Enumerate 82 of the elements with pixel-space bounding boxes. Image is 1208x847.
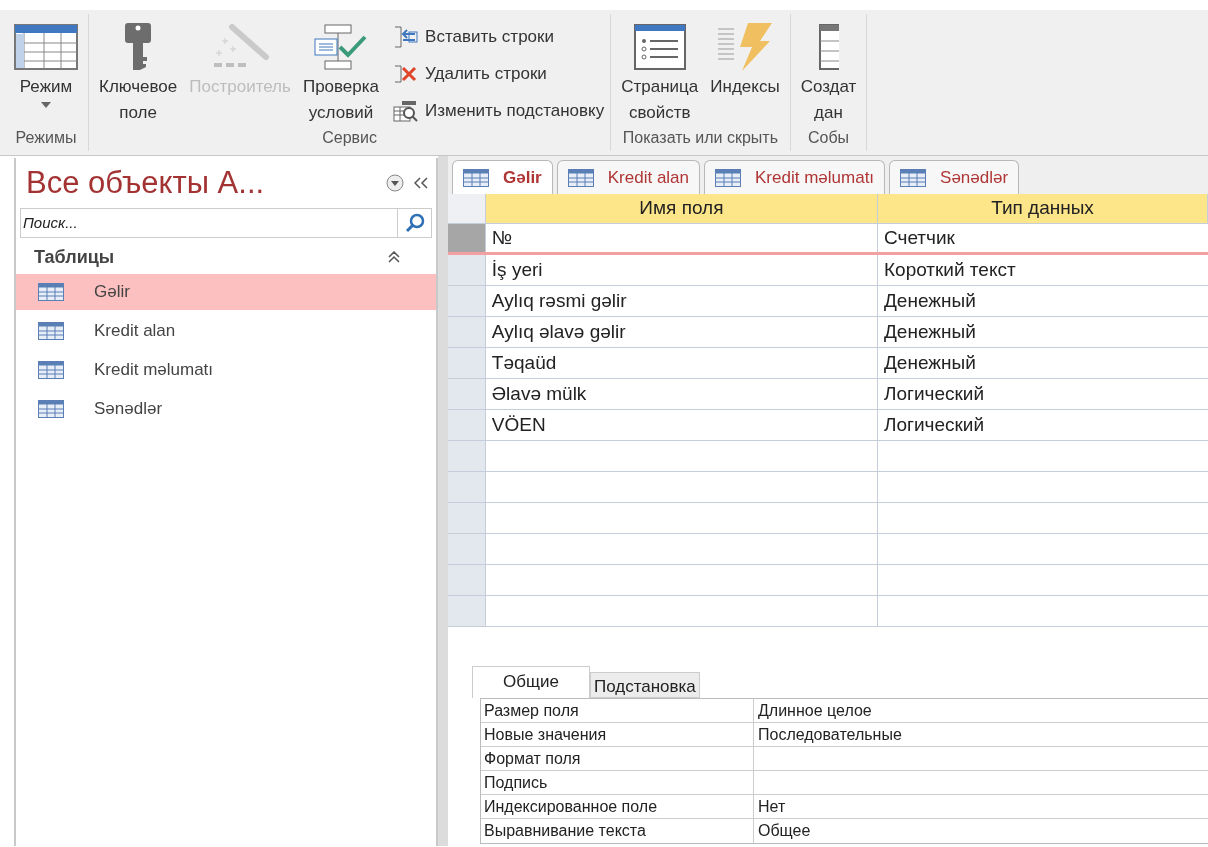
table-cell[interactable]: Логический <box>878 379 1208 409</box>
table-icon <box>38 283 64 301</box>
table-icon <box>38 361 64 379</box>
ribbon-button[interactable]: Удалить строки <box>393 57 605 90</box>
property-value[interactable]: Общее <box>754 819 1208 843</box>
ribbon-button[interactable]: Изменить подстановку <box>393 94 605 127</box>
document-tab[interactable]: Sənədlər <box>889 160 1020 194</box>
section-header: Таблицы <box>34 245 116 269</box>
collapse-icon[interactable] <box>388 251 400 263</box>
row-selector[interactable] <box>448 286 486 316</box>
table-cell[interactable]: Təqaüd <box>485 348 878 378</box>
row-selector[interactable] <box>448 503 486 533</box>
table-cell[interactable]: Счетчик <box>878 224 1208 252</box>
pane-title: Все объекты A... <box>26 163 266 202</box>
row-selector[interactable] <box>448 565 486 595</box>
table-icon <box>463 168 489 187</box>
property-tab[interactable]: Общие <box>472 666 590 698</box>
table-cell[interactable]: Логический <box>878 410 1208 440</box>
table-icon <box>38 400 64 418</box>
search-field[interactable]: Поиск... <box>20 208 398 238</box>
document-tab[interactable]: Kredit məlumatı <box>704 160 886 194</box>
column-header: Тип данных <box>878 194 1208 223</box>
row-selector[interactable] <box>448 348 486 378</box>
document-tab[interactable]: Kredit alan <box>556 160 701 194</box>
table-cell[interactable]: Короткий текст <box>878 255 1208 285</box>
table-icon <box>38 322 64 340</box>
property-value[interactable]: Нет <box>754 795 1208 818</box>
table-cell[interactable]: Aylıq əlavə gəlir <box>485 317 878 347</box>
table-cell[interactable]: İş yeri <box>485 255 878 285</box>
ribbon-button[interactable]: Вставить строки <box>393 20 605 53</box>
row-selector[interactable] <box>448 441 486 471</box>
dropdown-icon[interactable] <box>386 174 404 192</box>
property-value[interactable]: Длинное целое <box>754 699 1208 722</box>
property-label: Подпись <box>481 771 754 794</box>
table-icon <box>567 168 594 187</box>
group-label: Сервис <box>321 128 378 148</box>
ribbon-button[interactable]: Проверка условий <box>298 20 384 126</box>
group-label: Режимы <box>14 128 78 148</box>
ribbon-button[interactable]: Создат дан <box>796 20 861 126</box>
property-value[interactable]: Последовательные <box>754 723 1208 746</box>
ribbon-button[interactable]: Индексы <box>706 20 784 100</box>
select-all-corner[interactable] <box>448 194 486 223</box>
property-tab[interactable]: Подстановка <box>589 672 700 698</box>
table-cell[interactable]: Денежный <box>878 348 1208 378</box>
table-icon <box>900 168 927 187</box>
ribbon-button[interactable]: Режим <box>10 20 82 108</box>
caret-icon <box>41 102 51 108</box>
pane-splitter[interactable] <box>438 156 448 846</box>
table-cell[interactable]: Aylıq rəsmi gəlir <box>485 286 878 316</box>
row-selector[interactable] <box>448 224 486 252</box>
table-cell[interactable]: Денежный <box>878 286 1208 316</box>
row-selector[interactable] <box>448 472 486 502</box>
lookup-icon <box>393 98 420 123</box>
row-selector[interactable] <box>448 410 486 440</box>
row-selector[interactable] <box>448 317 486 347</box>
collapse-icon[interactable] <box>414 177 428 189</box>
ribbon-button[interactable]: Ключевое поле <box>95 20 182 126</box>
property-label: Формат поля <box>481 747 754 770</box>
nav-item[interactable]: Sənədlər <box>16 391 436 427</box>
nav-item[interactable]: Kredit alan <box>16 313 436 349</box>
row-selector[interactable] <box>448 379 486 409</box>
row-selector[interactable] <box>448 255 486 285</box>
table-cell[interactable]: № <box>485 224 878 252</box>
row-selector[interactable] <box>448 596 486 626</box>
property-label: Размер поля <box>481 699 754 722</box>
search-icon[interactable] <box>398 208 432 238</box>
table-cell[interactable]: VÖEN <box>485 410 878 440</box>
nav-item[interactable]: Kredit məlumatı <box>16 352 436 388</box>
nav-item[interactable]: Gəlir <box>16 274 436 310</box>
column-header: Имя поля <box>485 194 878 223</box>
property-label: Выравнивание текста <box>481 819 754 843</box>
table-cell[interactable]: Денежный <box>878 317 1208 347</box>
table-icon <box>715 168 742 187</box>
row-selector[interactable] <box>448 534 486 564</box>
table-cell[interactable]: Əlavə mülk <box>485 379 878 409</box>
group-label: Показать или скрыть <box>621 128 779 148</box>
insert-rows-icon <box>393 24 420 49</box>
group-label: Собы <box>806 128 851 148</box>
property-label: Индексированное поле <box>481 795 754 818</box>
ribbon-button[interactable]: Страница свойств <box>617 20 703 126</box>
property-label: Новые значения <box>481 723 754 746</box>
document-tab[interactable]: Gəlir <box>452 160 553 194</box>
